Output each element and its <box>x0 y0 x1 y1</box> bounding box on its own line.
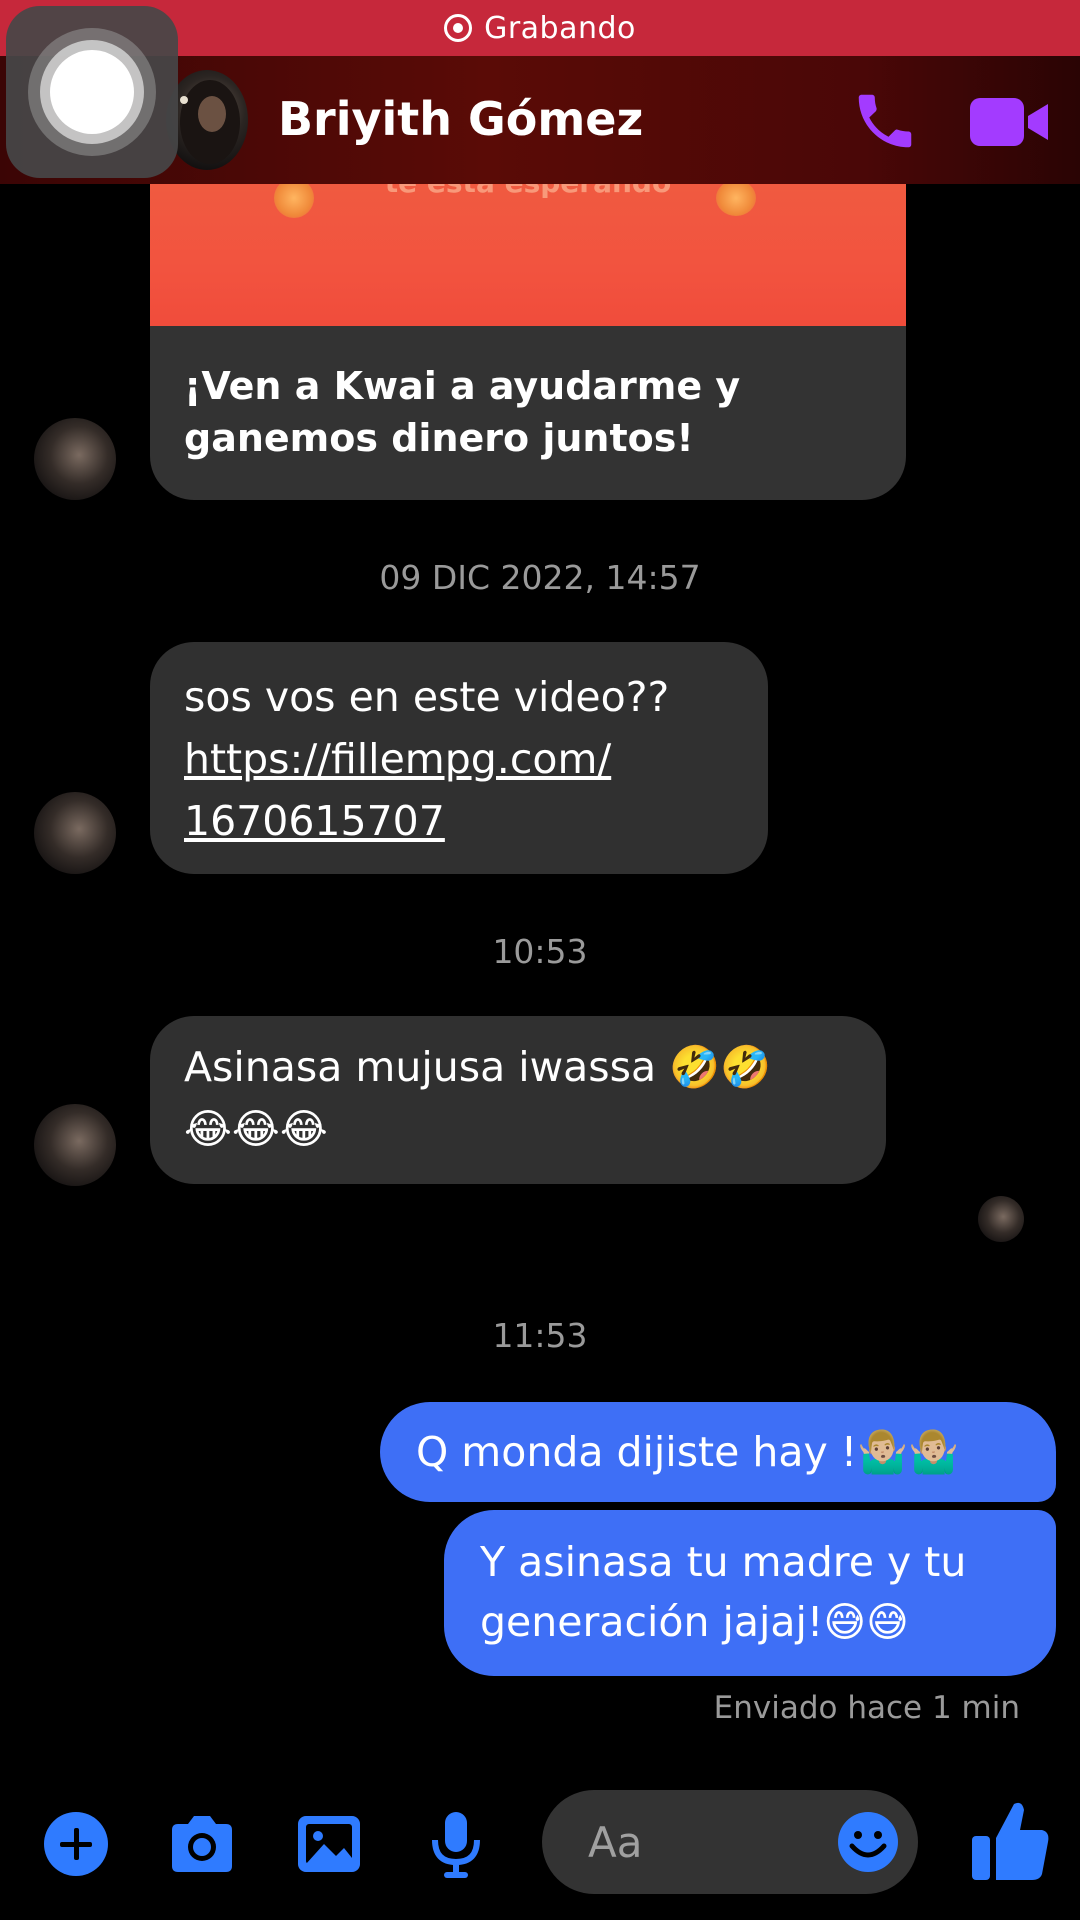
phone-icon[interactable] <box>850 86 920 156</box>
message-text: sos vos en este video?? <box>184 673 670 721</box>
image-icon[interactable] <box>294 1808 366 1880</box>
seen-receipt-avatar <box>978 1196 1024 1242</box>
recording-label: Grabando <box>484 10 636 46</box>
sender-avatar[interactable] <box>34 792 116 874</box>
card-caption: ¡Ven a Kwai a ayudarme y ganemos dinero … <box>184 364 741 460</box>
assistive-touch-button[interactable] <box>6 6 178 178</box>
message-text: Q monda dijiste hay !🤷🏼‍♂️🤷🏼‍♂️ <box>416 1428 960 1476</box>
assistive-ring-inner <box>50 50 134 134</box>
incoming-message[interactable]: sos vos en este video?? https://fillempg… <box>150 642 768 874</box>
incoming-message[interactable]: Asinasa mujusa iwassa 🤣🤣 😂😂😂 <box>150 1016 886 1184</box>
record-icon <box>444 14 473 42</box>
message-timestamp: 11:53 <box>492 1316 588 1355</box>
coin-decoration <box>274 184 314 218</box>
message-timestamp: 10:53 <box>492 932 588 971</box>
message-input[interactable]: Aa <box>542 1790 918 1894</box>
message-text: generación jajaj!😅😅 <box>480 1598 909 1646</box>
message-text: Asinasa mujusa iwassa 🤣🤣 <box>184 1043 772 1091</box>
card-banner-image: te está esperando <box>150 184 906 326</box>
message-timestamp: 09 DIC 2022, 14:57 <box>379 558 701 597</box>
microphone-icon[interactable] <box>420 1808 492 1880</box>
message-text: 😂😂😂 <box>184 1105 328 1153</box>
plus-icon[interactable] <box>40 1808 112 1880</box>
thumbs-up-icon[interactable] <box>970 1796 1050 1886</box>
message-composer: Aa <box>0 1790 1080 1920</box>
sender-avatar[interactable] <box>34 1104 116 1186</box>
banner-text: te está esperando <box>150 184 906 199</box>
message-input-placeholder: Aa <box>588 1818 643 1867</box>
camera-icon[interactable] <box>166 1808 238 1880</box>
outgoing-message[interactable]: Q monda dijiste hay !🤷🏼‍♂️🤷🏼‍♂️ <box>380 1402 1056 1502</box>
contact-name[interactable]: Briyith Gómez <box>278 92 643 146</box>
shared-link-card[interactable]: te está esperando ¡Ven a Kwai a ayudarme… <box>150 184 906 500</box>
message-text: Y asinasa tu madre y tu <box>480 1538 967 1586</box>
message-link[interactable]: 1670615707 <box>184 790 734 852</box>
sender-avatar[interactable] <box>34 418 116 500</box>
contact-avatar[interactable] <box>166 70 248 170</box>
message-link[interactable]: https://fillempg.com/ <box>184 728 734 790</box>
coin-decoration <box>716 184 756 216</box>
delivery-status: Enviado hace 1 min <box>713 1690 1020 1726</box>
video-camera-icon[interactable] <box>970 94 1050 150</box>
emoji-icon[interactable] <box>836 1810 900 1874</box>
outgoing-message[interactable]: Y asinasa tu madre y tu generación jajaj… <box>444 1510 1056 1676</box>
